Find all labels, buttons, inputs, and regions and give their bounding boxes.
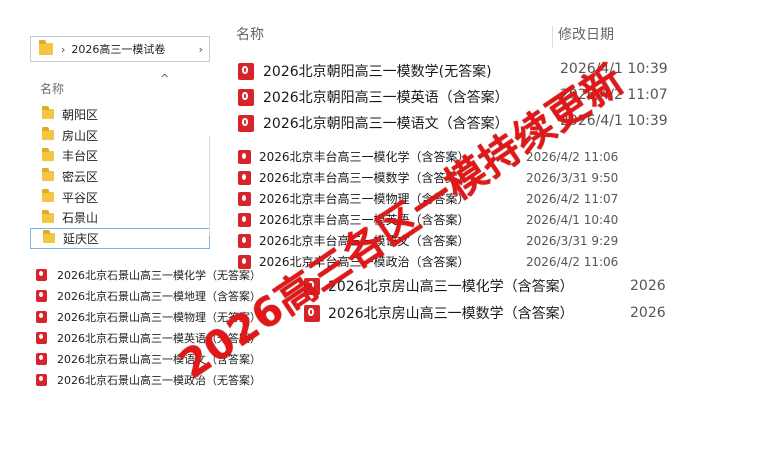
file-item[interactable]: 2026北京丰台高三一模化学（含答案） 2026/4/2 11:06 xyxy=(238,148,618,165)
column-header-name[interactable]: 名称 xyxy=(236,24,264,44)
folder-icon xyxy=(42,147,54,161)
file-name: 2026北京石景山高三一模物理（无答案） xyxy=(57,310,261,324)
chevron-right-icon[interactable]: › xyxy=(199,43,203,56)
folder-item-selected[interactable]: 延庆区 xyxy=(30,228,210,249)
folder-item[interactable]: 密云区 xyxy=(30,166,210,187)
breadcrumb-folder[interactable]: 2026高三一模试卷 xyxy=(71,41,165,57)
file-name: 2026北京石景山高三一模英语（无答案） xyxy=(57,331,261,345)
folder-icon xyxy=(42,106,54,120)
pdf-icon xyxy=(238,170,251,185)
pdf-icon xyxy=(238,233,251,248)
folder-label: 石景山 xyxy=(62,211,99,226)
pdf-icon xyxy=(304,277,320,295)
pdf-icon xyxy=(36,373,47,386)
folder-icon xyxy=(42,209,54,223)
file-item[interactable]: 2026北京丰台高三一模政治（含答案） 2026/4/2 11:06 xyxy=(238,253,618,270)
collapse-icon[interactable]: ^ xyxy=(160,72,169,85)
folder-item[interactable]: 房山区 xyxy=(30,125,210,146)
file-name: 2026北京丰台高三一模语文（含答案） xyxy=(259,234,470,248)
file-name: 2026北京房山高三一模数学（含答案） xyxy=(328,306,574,322)
file-date: 2026/4/2 11:07 xyxy=(526,191,619,206)
pdf-icon xyxy=(36,331,47,344)
breadcrumb[interactable]: › 2026高三一模试卷 › xyxy=(30,36,210,62)
folder-icon xyxy=(43,230,55,244)
pdf-icon xyxy=(238,149,251,164)
folder-icon xyxy=(39,40,53,55)
file-item[interactable]: 2026北京石景山高三一模地理（含答案） xyxy=(36,285,261,306)
pdf-icon xyxy=(238,88,254,106)
file-item[interactable]: 2026北京石景山高三一模物理（无答案） xyxy=(36,306,261,327)
folder-icon xyxy=(42,127,54,141)
file-date: 2026 xyxy=(630,305,666,321)
file-date: 2026/4/1 10:39 xyxy=(560,113,668,129)
file-date: 2026/3/31 9:29 xyxy=(526,233,619,248)
file-name: 2026北京朝阳高三一模语文（含答案） xyxy=(263,116,509,132)
file-name: 2026北京石景山高三一模化学（无答案） xyxy=(57,268,261,282)
file-name: 2026北京丰台高三一模政治（含答案） xyxy=(259,255,470,269)
pdf-icon xyxy=(304,304,320,322)
pdf-icon xyxy=(36,310,47,323)
file-name: 2026北京丰台高三一模英语（含答案） xyxy=(259,213,470,227)
file-date: 2026/4/2 11:06 xyxy=(526,254,619,269)
file-name: 2026北京朝阳高三一模数学(无答案) xyxy=(263,64,492,80)
file-item[interactable]: 2026北京丰台高三一模语文（含答案） 2026/3/31 9:29 xyxy=(238,232,618,249)
folder-label: 平谷区 xyxy=(62,190,99,205)
folder-label: 朝阳区 xyxy=(62,107,99,122)
file-date: 2026/3/31 9:50 xyxy=(526,170,619,185)
file-item[interactable]: 2026北京石景山高三一模语文（含答案） xyxy=(36,348,261,369)
left-file-list: 2026北京石景山高三一模化学（无答案） 2026北京石景山高三一模地理（含答案… xyxy=(36,264,261,390)
file-date: 2026/4/2 11:07 xyxy=(560,87,668,103)
file-name: 2026北京房山高三一模化学（含答案） xyxy=(328,279,574,295)
file-name: 2026北京石景山高三一模地理（含答案） xyxy=(57,289,261,303)
nav-header[interactable]: 名称 ^ xyxy=(30,70,210,100)
scrollbar[interactable] xyxy=(209,136,210,236)
pdf-icon xyxy=(238,212,251,227)
file-item[interactable]: 2026北京石景山高三一模化学（无答案） xyxy=(36,264,261,285)
file-item[interactable]: 2026北京石景山高三一模英语（无答案） xyxy=(36,327,261,348)
file-item[interactable]: 2026北京房山高三一模数学（含答案） 2026 xyxy=(304,303,666,323)
folder-item[interactable]: 丰台区 xyxy=(30,145,210,166)
file-item[interactable]: 2026北京丰台高三一模数学（含答案） 2026/3/31 9:50 xyxy=(238,169,618,186)
file-name: 2026北京丰台高三一模数学（含答案） xyxy=(259,171,470,185)
file-date: 2026/4/1 10:39 xyxy=(560,61,668,77)
file-name: 2026北京石景山高三一模政治（无答案） xyxy=(57,373,261,387)
pdf-icon xyxy=(36,352,47,365)
folder-item[interactable]: 平谷区 xyxy=(30,187,210,208)
file-item[interactable]: 2026北京石景山高三一模政治（无答案） xyxy=(36,369,261,390)
folder-label: 房山区 xyxy=(62,128,99,143)
file-date: 2026/4/2 11:06 xyxy=(526,149,619,164)
column-divider[interactable] xyxy=(552,26,553,48)
file-date: 2026/4/1 10:40 xyxy=(526,212,619,227)
chevron-right-icon: › xyxy=(61,42,66,56)
file-name: 2026北京石景山高三一模语文（含答案） xyxy=(57,352,261,366)
pdf-icon xyxy=(238,114,254,132)
file-item[interactable]: 2026北京朝阳高三一模数学(无答案) 2026/4/1 10:39 xyxy=(238,61,668,81)
file-item[interactable]: 2026北京房山高三一模化学（含答案） 2026 xyxy=(304,276,666,296)
folder-item[interactable]: 朝阳区 xyxy=(30,104,210,125)
pdf-icon xyxy=(238,191,251,206)
column-header-date[interactable]: 修改日期 xyxy=(558,24,614,44)
file-item[interactable]: 2026北京朝阳高三一模英语（含答案） 2026/4/2 11:07 xyxy=(238,87,668,107)
folder-list: 朝阳区 房山区 丰台区 密云区 平谷区 石景山 延庆区 xyxy=(30,104,210,249)
file-name: 2026北京丰台高三一模化学（含答案） xyxy=(259,150,470,164)
folder-label: 密云区 xyxy=(62,169,99,184)
file-name: 2026北京朝阳高三一模英语（含答案） xyxy=(263,90,509,106)
pdf-icon xyxy=(36,268,47,281)
folder-icon xyxy=(42,168,54,182)
file-date: 2026 xyxy=(630,278,666,294)
nav-header-label: 名称 xyxy=(40,82,65,96)
file-name: 2026北京丰台高三一模物理（含答案） xyxy=(259,192,470,206)
folder-item[interactable]: 石景山 xyxy=(30,207,210,228)
file-item[interactable]: 2026北京丰台高三一模英语（含答案） 2026/4/1 10:40 xyxy=(238,211,618,228)
pdf-icon xyxy=(238,254,251,269)
file-item[interactable]: 2026北京朝阳高三一模语文（含答案） 2026/4/1 10:39 xyxy=(238,113,668,133)
folder-label: 丰台区 xyxy=(62,149,99,164)
pdf-icon xyxy=(36,289,47,302)
pdf-icon xyxy=(238,62,254,80)
folder-icon xyxy=(42,189,54,203)
folder-label: 延庆区 xyxy=(63,231,100,246)
file-item[interactable]: 2026北京丰台高三一模物理（含答案） 2026/4/2 11:07 xyxy=(238,190,618,207)
